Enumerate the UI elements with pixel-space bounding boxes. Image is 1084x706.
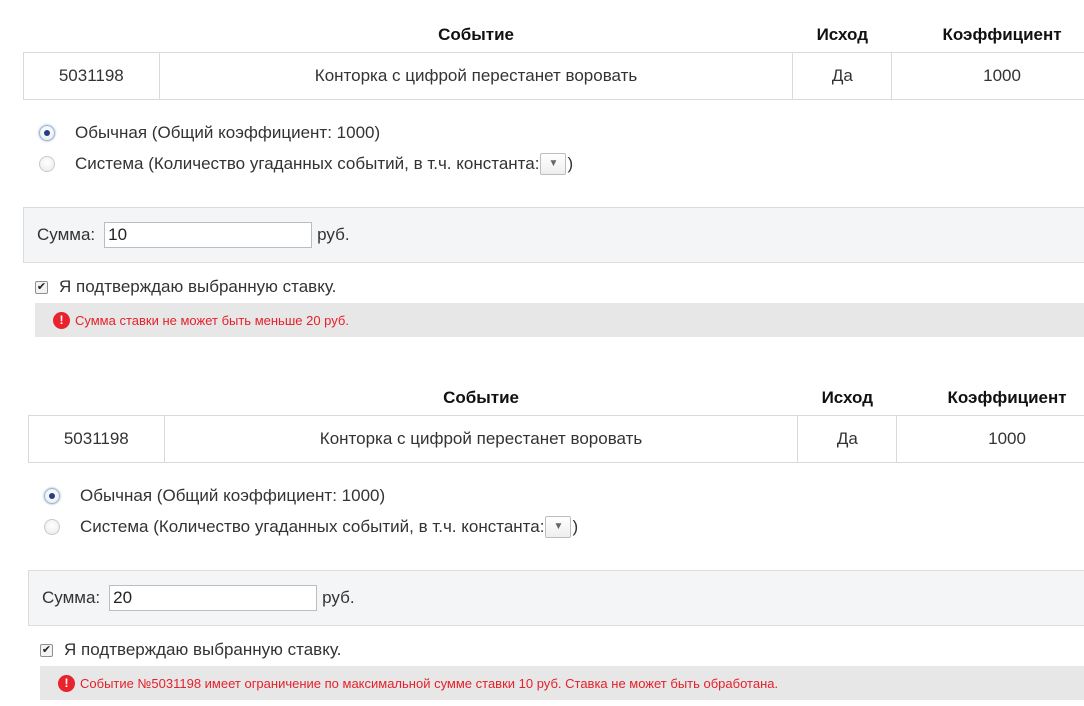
event-name-cell: Конторка с цифрой перестанет воровать: [163, 415, 799, 463]
ordinary-radio-label: Обычная (Общий коэффициент: 1000): [75, 122, 381, 142]
confirm-checkbox[interactable]: ✔: [35, 280, 48, 294]
bet-type-system-option[interactable]: Система (Количество угаданных событий, в…: [28, 511, 1084, 542]
confirm-checkbox[interactable]: ✔: [40, 643, 53, 657]
sum-label: Сумма:: [42, 588, 101, 607]
bet-type-ordinary-option[interactable]: Обычная (Общий коэффициент: 1000): [23, 117, 1084, 148]
bet-type-group: Обычная (Общий коэффициент: 1000) Систем…: [23, 117, 1084, 179]
system-count-select[interactable]: ▼: [540, 152, 567, 175]
outcome-cell: Да: [792, 52, 893, 100]
table-row: 5031198 Конторка с цифрой перестанет вор…: [28, 415, 1084, 463]
sum-unit: руб.: [317, 225, 350, 244]
bet-form-1: Событие Исход Коэффициент 5031198 Контор…: [23, 18, 1084, 337]
table-row: 5031198 Конторка с цифрой перестанет вор…: [23, 52, 1084, 100]
system-label-close: ): [567, 153, 574, 173]
bet-events-table: Событие Исход Коэффициент 5031198 Контор…: [23, 18, 1084, 100]
confirm-label: Я подтверждаю выбранную ставку.: [64, 640, 342, 659]
bet-type-ordinary-option[interactable]: Обычная (Общий коэффициент: 1000): [28, 480, 1084, 511]
sum-input[interactable]: [109, 585, 318, 611]
ordinary-radio-label: Обычная (Общий коэффициент: 1000): [80, 485, 386, 505]
confirm-bet-row[interactable]: ✔ Я подтверждаю выбранную ставку.: [23, 271, 1084, 303]
bet-type-system-option[interactable]: Система (Количество угаданных событий, в…: [23, 148, 1084, 179]
bet-events-table: Событие Исход Коэффициент 5031198 Контор…: [28, 381, 1084, 463]
sum-label: Сумма:: [37, 225, 96, 244]
header-coefficient: Коэффициент: [947, 388, 1067, 407]
bet-type-group: Обычная (Общий коэффициент: 1000) Систем…: [28, 480, 1084, 542]
error-message-text: Событие №5031198 имеет ограничение по ма…: [80, 675, 779, 691]
chevron-down-icon: ▼: [553, 521, 564, 532]
coefficient-cell: 1000: [891, 52, 1084, 100]
confirm-bet-row[interactable]: ✔ Я подтверждаю выбранную ставку.: [28, 634, 1084, 666]
confirm-label: Я подтверждаю выбранную ставку.: [59, 277, 337, 296]
error-icon: !: [53, 311, 70, 329]
chevron-down-icon: ▼: [548, 158, 559, 169]
header-coefficient: Коэффициент: [942, 25, 1062, 44]
header-id: [29, 381, 165, 416]
header-event: Событие: [443, 388, 519, 407]
sum-unit: руб.: [322, 588, 355, 607]
system-radio[interactable]: [44, 518, 60, 535]
system-radio[interactable]: [39, 155, 55, 172]
coefficient-cell: 1000: [896, 415, 1084, 463]
sum-input[interactable]: [104, 222, 313, 248]
header-id: [24, 18, 160, 53]
error-message-bar: ! Сумма ставки не может быть меньше 20 р…: [35, 303, 1084, 337]
sum-bar: Сумма: руб.: [28, 570, 1084, 626]
header-outcome: Исход: [821, 388, 874, 407]
event-id-cell: 5031198: [28, 415, 165, 463]
system-radio-label: Система (Количество угаданных событий, в…: [75, 153, 540, 173]
system-count-select[interactable]: ▼: [545, 515, 572, 538]
system-radio-label: Система (Количество угаданных событий, в…: [80, 516, 545, 536]
outcome-cell: Да: [797, 415, 898, 463]
ordinary-radio[interactable]: [44, 487, 60, 504]
system-label-close: ): [572, 516, 579, 536]
sum-bar: Сумма: руб.: [23, 207, 1084, 263]
event-id-cell: 5031198: [23, 52, 160, 100]
table-header-row: Событие Исход Коэффициент: [24, 18, 1084, 53]
bet-form-2: Событие Исход Коэффициент 5031198 Контор…: [28, 381, 1084, 700]
error-icon: !: [58, 674, 75, 692]
error-message-bar: ! Событие №5031198 имеет ограничение по …: [40, 666, 1084, 700]
header-outcome: Исход: [816, 25, 869, 44]
event-name-cell: Конторка с цифрой перестанет воровать: [158, 52, 794, 100]
table-header-row: Событие Исход Коэффициент: [29, 381, 1084, 416]
header-event: Событие: [438, 25, 514, 44]
ordinary-radio[interactable]: [39, 124, 55, 141]
error-message-text: Сумма ставки не может быть меньше 20 руб…: [75, 312, 349, 328]
